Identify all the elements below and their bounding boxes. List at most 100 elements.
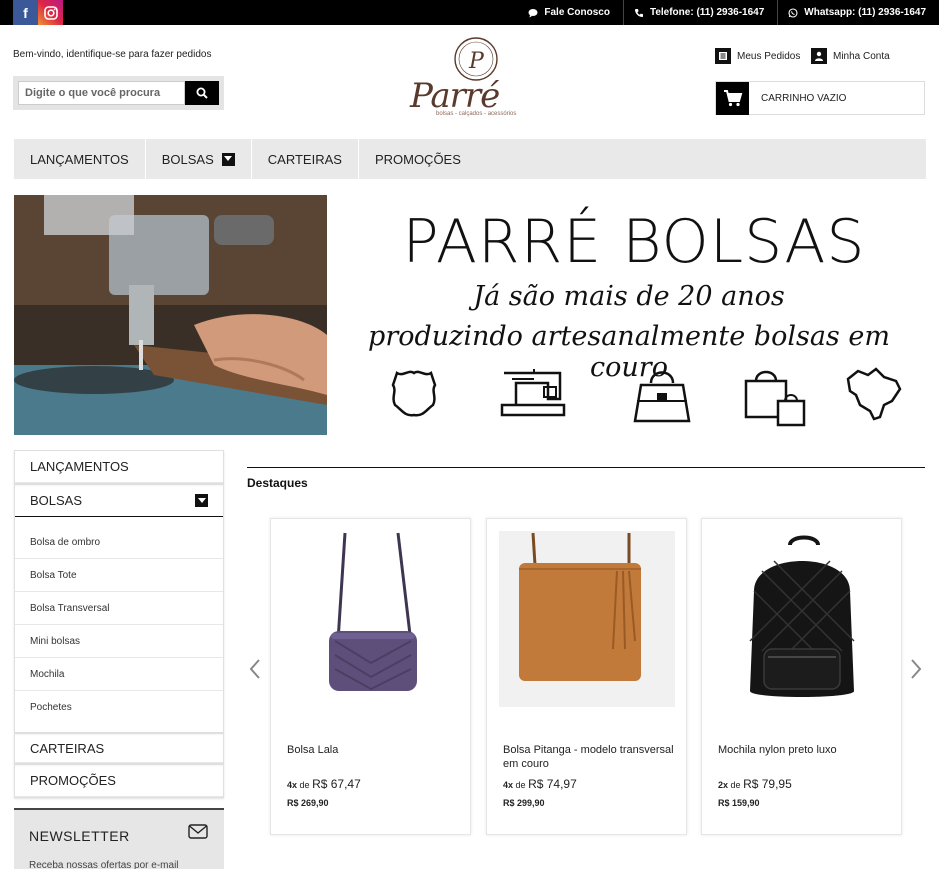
product-name[interactable]: Bolsa Pitanga - modelo transversal em co… bbox=[503, 743, 678, 771]
banner-title: PARRÉ BOLSAS bbox=[402, 207, 866, 277]
cart-button[interactable]: CARRINHO VAZIO bbox=[715, 81, 925, 115]
chevron-left-icon bbox=[249, 659, 260, 679]
nav-label: BOLSAS bbox=[161, 151, 214, 167]
search-box bbox=[13, 76, 224, 110]
instagram-icon[interactable] bbox=[38, 0, 63, 25]
product-installments: 2x de R$ 79,95 bbox=[718, 777, 792, 791]
product-image[interactable] bbox=[283, 531, 459, 707]
my-orders-link[interactable]: Meus Pedidos bbox=[715, 48, 800, 64]
product-name[interactable]: Mochila nylon preto luxo bbox=[718, 743, 893, 757]
sidebar-item-lancamentos[interactable]: LANÇAMENTOS bbox=[15, 451, 223, 483]
mail-icon bbox=[188, 824, 208, 839]
subcategory-bolsa-de-ombro[interactable]: Bolsa de ombro bbox=[15, 526, 223, 559]
logo-tagline: bolsas - calçados - acessórios bbox=[436, 111, 517, 117]
newsletter-description: Receba nossas ofertas por e-mail bbox=[29, 860, 179, 869]
product-image[interactable] bbox=[714, 531, 890, 707]
sidebar-item-label: PROMOÇÕES bbox=[30, 773, 116, 788]
welcome-text: Bem-vindo, identifique-se para fazer ped… bbox=[13, 49, 212, 60]
installment-value: R$ 79,95 bbox=[743, 777, 792, 791]
brazil-map-icon bbox=[846, 367, 902, 421]
nav-item-carteiras[interactable]: CARTEIRAS bbox=[252, 139, 359, 179]
my-account-link[interactable]: Minha Conta bbox=[811, 48, 890, 64]
handbag-icon bbox=[633, 371, 691, 423]
product-card[interactable]: Bolsa Pitanga - modelo transversal em co… bbox=[486, 518, 687, 835]
installment-count: 2x bbox=[718, 780, 729, 790]
installment-count: 4x bbox=[503, 780, 514, 790]
logo[interactable]: P Parré bolsas - calçados - acessórios bbox=[404, 36, 529, 120]
subcategory-pochetes[interactable]: Pochetes bbox=[15, 691, 223, 724]
search-input[interactable] bbox=[18, 81, 185, 105]
chat-icon bbox=[528, 8, 538, 17]
leather-icon bbox=[391, 370, 437, 417]
featured-title: Destaques bbox=[247, 476, 308, 490]
my-account-label: Minha Conta bbox=[833, 50, 890, 62]
installment-value: R$ 74,97 bbox=[528, 777, 577, 791]
sewing-photo bbox=[14, 195, 327, 435]
cart-icon bbox=[716, 81, 749, 115]
subcategory-mini-bolsas[interactable]: Mini bolsas bbox=[15, 625, 223, 658]
search-button[interactable] bbox=[185, 81, 219, 105]
cart-label: CARRINHO VAZIO bbox=[761, 92, 847, 104]
chevron-down-icon bbox=[195, 494, 208, 507]
banner-subtitle-1: Já são mais de 20 anos bbox=[473, 281, 785, 312]
installment-de: de bbox=[299, 780, 310, 790]
sidebar-box-bolsas: BOLSAS Bolsa de ombro Bolsa Tote Bolsa T… bbox=[14, 484, 224, 733]
contact-link[interactable]: Fale Conosco bbox=[518, 0, 623, 25]
carousel-prev-button[interactable] bbox=[247, 655, 263, 683]
crossbody-bag-icon bbox=[329, 532, 417, 691]
subcategory-bolsa-transversal[interactable]: Bolsa Transversal bbox=[15, 592, 223, 625]
subcategory-list: Bolsa de ombro Bolsa Tote Bolsa Transver… bbox=[15, 517, 223, 732]
search-icon bbox=[196, 87, 208, 99]
category-sidebar: LANÇAMENTOS BOLSAS Bolsa de ombro Bolsa … bbox=[14, 450, 224, 798]
product-price: R$ 269,90 bbox=[287, 798, 329, 808]
newsletter-title: NEWSLETTER bbox=[29, 828, 130, 844]
product-installments: 4x de R$ 67,47 bbox=[287, 777, 361, 791]
installment-de: de bbox=[515, 780, 526, 790]
product-price: R$ 299,90 bbox=[503, 798, 545, 808]
phone-label: Telefone: (11) 2936-1647 bbox=[649, 7, 765, 18]
featured-divider bbox=[247, 467, 925, 468]
phone-icon bbox=[634, 8, 643, 17]
nav-item-bolsas[interactable]: BOLSAS bbox=[146, 139, 252, 179]
product-installments: 4x de R$ 74,97 bbox=[503, 777, 577, 791]
installment-value: R$ 67,47 bbox=[312, 777, 361, 791]
product-name[interactable]: Bolsa Lala bbox=[287, 743, 462, 757]
subcategory-bolsa-tote[interactable]: Bolsa Tote bbox=[15, 559, 223, 592]
logo-text: Parré bbox=[410, 76, 500, 116]
nav-item-lancamentos[interactable]: LANÇAMENTOS bbox=[14, 139, 146, 179]
phone-link[interactable]: Telefone: (11) 2936-1647 bbox=[622, 0, 777, 25]
nav-label: LANÇAMENTOS bbox=[30, 151, 129, 167]
backpack-icon bbox=[749, 535, 855, 697]
chevron-right-icon bbox=[911, 659, 922, 679]
carousel-next-button[interactable] bbox=[908, 655, 924, 683]
orders-icon bbox=[715, 48, 731, 64]
sidebar-item-bolsas[interactable]: BOLSAS bbox=[15, 485, 223, 517]
product-image[interactable] bbox=[499, 531, 675, 707]
product-card[interactable]: Bolsa Lala 4x de R$ 67,47 R$ 269,90 bbox=[270, 518, 471, 835]
main-nav: LANÇAMENTOS BOLSAS CARTEIRAS PROMOÇÕES bbox=[14, 139, 926, 179]
shopping-bag-icon bbox=[744, 370, 806, 427]
installment-count: 4x bbox=[287, 780, 298, 790]
installment-de: de bbox=[730, 780, 741, 790]
nav-label: CARTEIRAS bbox=[267, 151, 342, 167]
top-bar: f Fale Conosco Telefone: (11) 2936-1647 … bbox=[0, 0, 939, 25]
newsletter-box: NEWSLETTER Receba nossas ofertas por e-m… bbox=[14, 808, 224, 869]
sidebar-box-promocoes: PROMOÇÕES bbox=[14, 764, 224, 798]
sewing-machine-icon bbox=[500, 369, 566, 417]
whatsapp-label: Whatsapp: (11) 2936-1647 bbox=[804, 7, 926, 18]
hero-banner[interactable]: PARRÉ BOLSAS Já são mais de 20 anos prod… bbox=[14, 195, 926, 435]
product-card[interactable]: Mochila nylon preto luxo 2x de R$ 79,95 … bbox=[701, 518, 902, 835]
sidebar-item-promocoes[interactable]: PROMOÇÕES bbox=[15, 765, 223, 797]
sidebar-box-lancamentos: LANÇAMENTOS bbox=[14, 450, 224, 484]
sidebar-item-label: BOLSAS bbox=[30, 493, 83, 508]
sidebar-box-carteiras: CARTEIRAS bbox=[14, 733, 224, 764]
subcategory-mochila[interactable]: Mochila bbox=[15, 658, 223, 691]
nav-item-promocoes[interactable]: PROMOÇÕES bbox=[359, 139, 477, 179]
my-orders-label: Meus Pedidos bbox=[737, 50, 801, 62]
facebook-icon[interactable]: f bbox=[13, 0, 38, 25]
nav-label: PROMOÇÕES bbox=[374, 151, 461, 167]
product-price: R$ 159,90 bbox=[718, 798, 760, 808]
whatsapp-link[interactable]: Whatsapp: (11) 2936-1647 bbox=[777, 0, 939, 25]
sidebar-item-label: CARTEIRAS bbox=[30, 740, 105, 756]
sidebar-item-carteiras[interactable]: CARTEIRAS bbox=[15, 734, 223, 763]
